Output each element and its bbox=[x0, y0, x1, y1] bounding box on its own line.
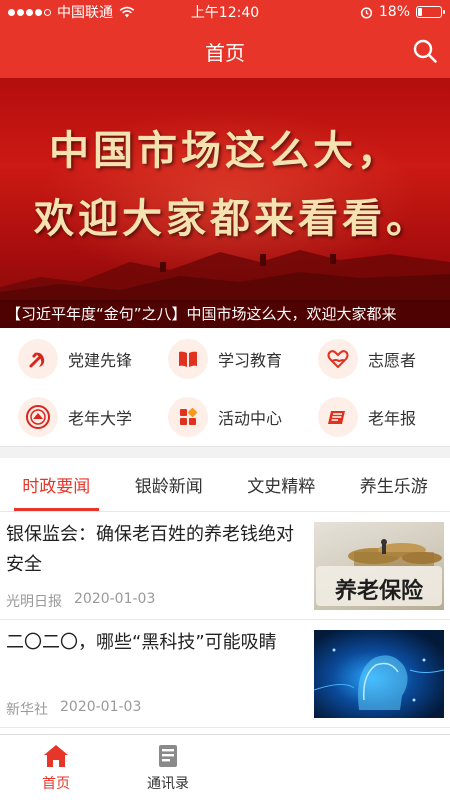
nav-bar: 首页 bbox=[0, 24, 450, 78]
quick-link-label: 老年报 bbox=[368, 409, 417, 428]
bottom-tab-home[interactable]: 首页 bbox=[0, 735, 112, 800]
news-item[interactable]: 银保监会：确保老百姓的养老钱绝对安全 光明日报 2020-01-03 养老保险 bbox=[0, 512, 450, 620]
carrier-label: 中国联通 bbox=[57, 5, 113, 21]
bottom-tab-label: 首页 bbox=[42, 775, 70, 792]
alarm-icon bbox=[360, 6, 372, 19]
quick-link-label: 党建先锋 bbox=[68, 351, 133, 370]
news-thumbnail-pension: 养老保险 bbox=[314, 522, 444, 610]
newspaper-icon bbox=[318, 397, 358, 437]
news-title: 银保监会：确保老百姓的养老钱绝对安全 bbox=[6, 524, 294, 575]
bottom-tab-contacts[interactable]: 通讯录 bbox=[112, 735, 224, 800]
quick-link-party-building[interactable]: 党建先锋 bbox=[0, 330, 150, 388]
news-source: 新华社 bbox=[6, 702, 48, 718]
quick-link-volunteer[interactable]: 志愿者 bbox=[300, 330, 450, 388]
quick-link-senior-newspaper[interactable]: 老年报 bbox=[300, 388, 450, 446]
news-thumbnail-tech bbox=[314, 630, 444, 718]
news-meta: 光明日报 2020-01-03 bbox=[6, 591, 155, 611]
battery-icon bbox=[416, 6, 445, 18]
pension-thumb-text: 养老保险 bbox=[334, 578, 424, 604]
contacts-icon bbox=[159, 744, 177, 767]
quick-link-study[interactable]: 学习教育 bbox=[150, 330, 300, 388]
status-right: 18% bbox=[360, 4, 445, 20]
tab-health-travel[interactable]: 养生乐游 bbox=[338, 458, 450, 511]
news-meta: 新华社 2020-01-03 bbox=[6, 699, 141, 719]
great-wall-illustration bbox=[0, 250, 450, 302]
university-emblem-icon bbox=[18, 397, 58, 437]
quick-link-activity-center[interactable]: 活动中心 bbox=[150, 388, 300, 446]
search-icon bbox=[413, 39, 437, 63]
quick-link-senior-university[interactable]: 老年大学 bbox=[0, 388, 150, 446]
news-title: 二〇二〇，哪些“黑科技”可能吸睛 bbox=[6, 632, 277, 653]
wifi-icon bbox=[119, 6, 135, 18]
news-date: 2020-01-03 bbox=[74, 591, 156, 607]
tab-history-culture[interactable]: 文史精粹 bbox=[225, 458, 338, 511]
news-category-tabs: 时政要闻 银龄新闻 文史精粹 养生乐游 bbox=[0, 458, 450, 512]
page-title: 首页 bbox=[205, 40, 245, 65]
heart-hand-icon bbox=[318, 339, 358, 379]
status-left: 中国联通 bbox=[8, 2, 360, 22]
banner-caption[interactable]: 【习近平年度“金句”之八】中国市场这么大，欢迎大家都来 bbox=[0, 300, 450, 328]
status-bar: 中国联通 上午12:40 18% bbox=[0, 0, 450, 24]
quick-links-grid: 党建先锋 学习教育 志愿者 老年大学 活动中心 老年报 bbox=[0, 330, 450, 446]
section-divider bbox=[0, 446, 450, 458]
tab-senior-news[interactable]: 银龄新闻 bbox=[113, 458, 226, 511]
battery-fill bbox=[418, 8, 423, 16]
tab-politics[interactable]: 时政要闻 bbox=[0, 458, 113, 511]
home-icon bbox=[44, 744, 68, 767]
banner-carousel[interactable]: 中国市场这么大， 欢迎大家都来看看。 【习近平年度“金句”之八】中国市场这么大，… bbox=[0, 78, 450, 328]
news-source: 光明日报 bbox=[6, 594, 62, 610]
signal-icon bbox=[8, 8, 51, 16]
quick-link-label: 活动中心 bbox=[218, 409, 283, 428]
search-button[interactable] bbox=[410, 36, 440, 66]
bottom-tab-bar: 首页 通讯录 bbox=[0, 734, 450, 800]
grid-icon bbox=[168, 397, 208, 437]
party-emblem-icon bbox=[18, 339, 58, 379]
quick-link-label: 老年大学 bbox=[68, 409, 133, 428]
book-icon bbox=[168, 339, 208, 379]
bottom-tab-label: 通讯录 bbox=[147, 775, 189, 792]
news-list: 银保监会：确保老百姓的养老钱绝对安全 光明日报 2020-01-03 养老保险 bbox=[0, 512, 450, 728]
banner-headline-line1: 中国市场这么大， bbox=[49, 127, 401, 174]
app-screen: 中国联通 上午12:40 18% 首页 中国市场这么大， 欢迎大家都来看看。 【… bbox=[0, 0, 450, 800]
quick-link-label: 学习教育 bbox=[218, 351, 283, 370]
news-item[interactable]: 二〇二〇，哪些“黑科技”可能吸睛 新华社 2020-01-03 bbox=[0, 620, 450, 728]
battery-percent: 18% bbox=[378, 4, 410, 20]
news-date: 2020-01-03 bbox=[60, 699, 142, 715]
quick-link-label: 志愿者 bbox=[368, 351, 417, 370]
